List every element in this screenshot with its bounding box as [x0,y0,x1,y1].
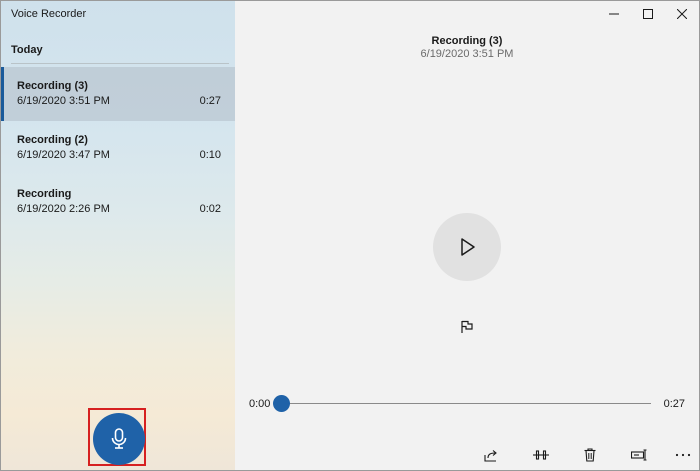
recording-name: Recording (2) [17,134,88,146]
section-header-today: Today [11,44,43,56]
trim-icon [533,450,549,460]
recording-item-selected[interactable]: Recording (3) 6/19/2020 3:51 PM 0:27 [1,67,235,121]
close-icon [677,9,687,19]
seek-bar[interactable] [279,403,651,404]
seek-thumb[interactable] [273,395,290,412]
recording-duration: 0:27 [199,95,221,107]
trim-button[interactable] [533,447,549,463]
recording-name: Recording (3) [17,80,88,92]
current-time: 0:00 [249,398,271,410]
close-button[interactable] [665,1,699,27]
maximize-button[interactable] [631,1,665,27]
play-icon [461,238,475,256]
recording-name: Recording [17,188,72,200]
play-button[interactable] [433,213,501,281]
rename-icon [631,449,647,461]
share-icon [484,450,497,462]
recording-item[interactable]: Recording 6/19/2020 2:26 PM 0:02 [1,175,235,229]
now-playing-date: 6/19/2020 3:51 PM [420,48,514,60]
recordings-pane: Voice Recorder Today Recording (3) 6/19/… [1,1,235,470]
delete-icon [584,448,596,462]
share-button[interactable] [483,447,499,463]
recording-date: 6/19/2020 2:26 PM [17,203,110,215]
microphone-icon [111,428,127,449]
maximize-icon [643,9,653,19]
player-pane: Recording (3) 6/19/2020 3:51 PM 0:00 0:2… [235,1,699,470]
rename-button[interactable] [631,447,647,463]
add-marker-button[interactable] [458,318,476,336]
recording-duration: 0:02 [199,203,221,215]
more-options-button[interactable] [675,447,691,463]
window-controls [597,1,699,27]
recording-date: 6/19/2020 3:51 PM [17,95,110,107]
section-divider [11,63,229,64]
recording-date: 6/19/2020 3:47 PM [17,149,110,161]
minimize-button[interactable] [597,1,631,27]
recordings-list: Recording (3) 6/19/2020 3:51 PM 0:27 Rec… [1,67,235,229]
total-time: 0:27 [663,398,685,410]
minimize-icon [609,13,619,15]
delete-button[interactable] [582,447,598,463]
record-button[interactable] [93,413,145,465]
more-icon [675,453,691,457]
now-playing-title: Recording (3) [431,35,503,47]
recording-duration: 0:10 [199,149,221,161]
flag-icon [461,320,473,333]
voice-recorder-window: Voice Recorder Today Recording (3) 6/19/… [0,0,700,471]
recording-item[interactable]: Recording (2) 6/19/2020 3:47 PM 0:10 [1,121,235,175]
app-title: Voice Recorder [11,8,87,20]
